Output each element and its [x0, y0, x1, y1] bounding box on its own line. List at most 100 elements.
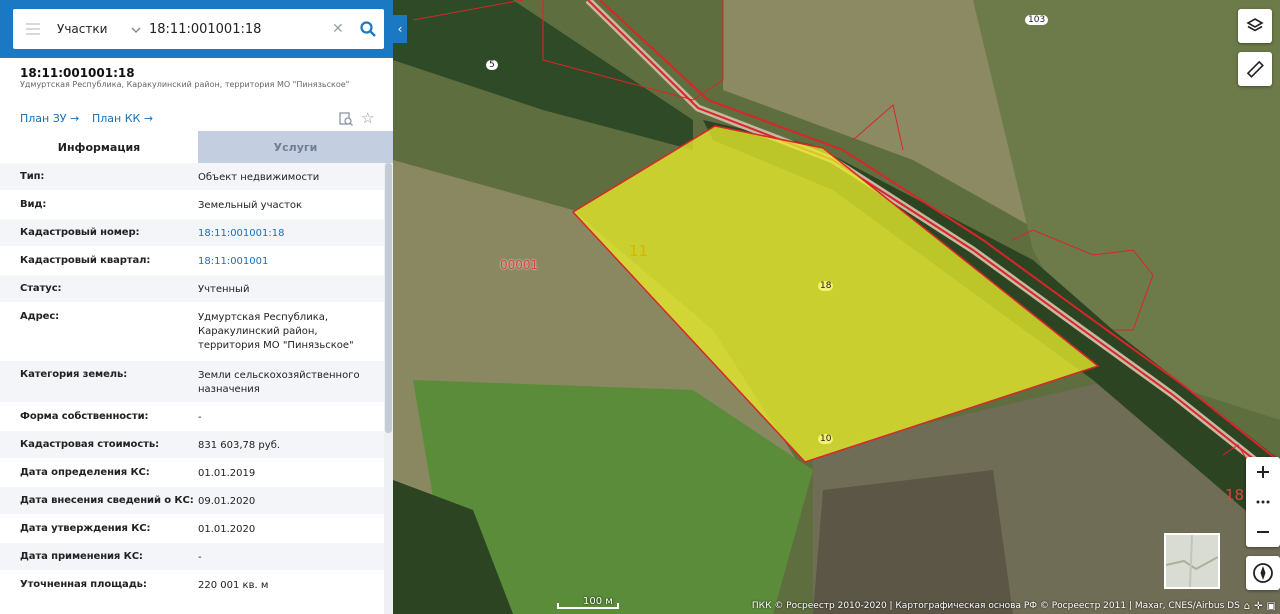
parcel-point-label: 5 [486, 60, 498, 70]
row-key: Дата утверждения КС: [20, 523, 151, 534]
row-value: 01.01.2019 [198, 468, 256, 479]
table-row: Уточненная площадь: 220 001 кв. м [0, 571, 384, 599]
satellite-imagery [393, 0, 1280, 614]
measure-button[interactable] [1238, 52, 1272, 86]
search-button[interactable] [352, 21, 384, 37]
more-button[interactable] [1246, 487, 1280, 517]
map-attribution: ПКК © Росреестр 2010-2020 | Картографиче… [748, 598, 1280, 614]
tabs: Информация Услуги [0, 131, 393, 163]
row-value: 01.01.2020 [198, 524, 256, 535]
map-canvas[interactable]: 00001 11 18 10 5 103 18 100 м ПКК © Роср… [393, 0, 1280, 614]
category-select[interactable]: Участки [53, 22, 131, 36]
object-address: Удмуртская Республика, Каракулинский рай… [20, 80, 350, 89]
cadastral-quarter-link[interactable]: 18:11:001001 [198, 255, 378, 269]
row-key: Категория земель: [20, 369, 128, 380]
scrollbar-thumb[interactable] [385, 163, 392, 433]
row-key: Кадастровый номер: [20, 227, 140, 238]
layers-icon [1246, 18, 1264, 32]
row-value: Земли сельскохозяйственного назначения [198, 370, 360, 395]
scale-label: 100 м [583, 596, 613, 607]
object-title: 18:11:001001:18 [20, 66, 135, 80]
layers-button[interactable] [1238, 9, 1272, 43]
search-icon [360, 21, 376, 37]
home-icon[interactable]: ⌂ [1244, 601, 1250, 612]
row-key: Кадастровая стоимость: [20, 439, 159, 450]
row-key: Статус: [20, 283, 62, 294]
table-row: Категория земель: Земли сельскохозяйстве… [0, 361, 384, 403]
collapse-panel-button[interactable]: ‹ [393, 15, 407, 43]
search-bar: Участки 18:11:001001:18 ✕ [0, 0, 393, 58]
row-value: - [198, 412, 202, 423]
find-on-map-icon [339, 112, 353, 126]
attribute-table: Тип: Объект недвижимости Вид: Земельный … [0, 163, 384, 599]
row-value: - [198, 552, 202, 563]
scrollbar[interactable] [384, 163, 393, 614]
parcel-number-label: 11 [629, 242, 649, 260]
star-icon: ☆ [361, 109, 375, 127]
plan-kk-link[interactable]: План КК → [92, 112, 153, 125]
table-row: Тип: Объект недвижимости [0, 163, 384, 191]
search-box: Участки 18:11:001001:18 ✕ [13, 9, 384, 49]
info-panel: Участки 18:11:001001:18 ✕ 18:11:001001:1… [0, 0, 393, 614]
chevron-left-icon: ‹ [397, 22, 403, 36]
row-value: 09.01.2020 [198, 496, 256, 507]
row-key: Дата определения КС: [20, 467, 150, 478]
quarter-label: 00001 [500, 258, 539, 272]
fullscreen-icon[interactable]: ▣ [1267, 601, 1276, 612]
parcel-edge-label: 18 [1225, 486, 1245, 504]
table-row: Адрес: Удмуртская Республика, Каракулинс… [0, 303, 384, 361]
plan-zu-link[interactable]: План ЗУ → [20, 112, 79, 125]
cadastral-number-link[interactable]: 18:11:001001:18 [198, 227, 378, 241]
tab-services[interactable]: Услуги [198, 131, 393, 163]
row-value: Учтенный [198, 284, 250, 295]
search-input[interactable]: 18:11:001001:18 [149, 22, 332, 37]
zoom-to-object-button[interactable] [339, 111, 353, 130]
plan-zu-label: План ЗУ [20, 112, 67, 125]
table-row: Дата определения КС: 01.01.2019 [0, 459, 384, 487]
row-key: Дата внесения сведений о КС: [20, 495, 194, 506]
table-row: Вид: Земельный участок [0, 191, 384, 219]
compass-button[interactable] [1246, 556, 1280, 590]
arrow-right-icon: → [70, 112, 80, 125]
favorite-button[interactable]: ☆ [361, 109, 374, 127]
row-key: Адрес: [20, 311, 60, 322]
row-value: Объект недвижимости [198, 172, 320, 183]
table-row: Кадастровый квартал: 18:11:001001 [0, 247, 384, 275]
row-key: Кадастровый квартал: [20, 255, 151, 266]
row-key: Дата применения КС: [20, 551, 143, 562]
table-row: Форма собственности: - [0, 403, 384, 431]
minus-icon [1257, 531, 1269, 533]
table-row: Дата применения КС: - [0, 543, 384, 571]
table-row: Дата утверждения КС: 01.01.2020 [0, 515, 384, 543]
zoom-in-button[interactable] [1246, 457, 1280, 487]
close-icon[interactable]: ✕ [332, 21, 352, 37]
row-key: Форма собственности: [20, 411, 149, 422]
row-key: Тип: [20, 171, 45, 182]
table-row: Кадастровая стоимость: 831 603,78 руб. [0, 431, 384, 459]
parcel-point-label: 10 [818, 434, 834, 444]
plus-icon [1257, 466, 1269, 478]
tab-information[interactable]: Информация [0, 131, 198, 163]
row-value: 220 001 кв. м [198, 580, 269, 591]
arrow-right-icon: → [143, 112, 154, 125]
parcel-point-label: 103 [1025, 15, 1049, 25]
minimap[interactable] [1164, 533, 1220, 589]
hamburger-icon[interactable] [13, 23, 53, 35]
attribution-text: ПКК © Росреестр 2010-2020 | Картографиче… [751, 601, 1240, 611]
zoom-out-button[interactable] [1246, 517, 1280, 547]
row-key: Вид: [20, 199, 47, 210]
table-row: Статус: Учтенный [0, 275, 384, 303]
ruler-icon [1246, 60, 1264, 78]
compass-icon [1253, 563, 1273, 583]
chevron-down-icon[interactable] [131, 22, 149, 37]
row-value: Земельный участок [198, 200, 303, 211]
row-value: Удмуртская Республика, Каракулинский рай… [198, 312, 354, 351]
parcel-point-label: 18 [818, 281, 834, 291]
crosshair-icon[interactable]: ✛ [1254, 601, 1262, 612]
row-value: 831 603,78 руб. [198, 440, 281, 451]
more-dots-icon [1256, 500, 1270, 504]
table-row: Дата внесения сведений о КС: 09.01.2020 [0, 487, 384, 515]
plan-kk-label: План КК [92, 112, 141, 125]
row-key: Уточненная площадь: [20, 579, 147, 590]
table-row: Кадастровый номер: 18:11:001001:18 [0, 219, 384, 247]
